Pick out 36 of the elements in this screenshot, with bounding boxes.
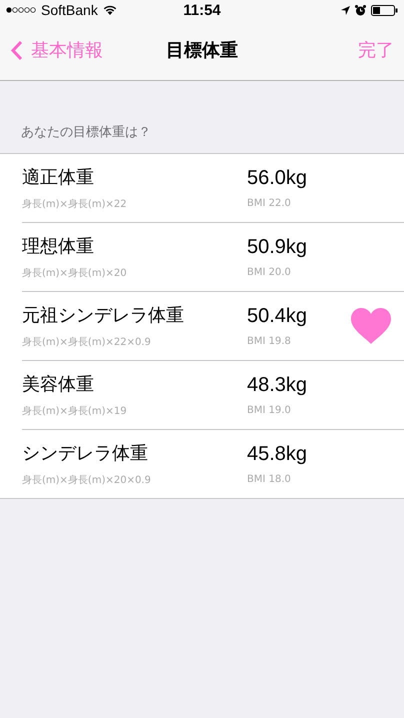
weight-value: 48.3kg: [247, 374, 308, 397]
nav-title: 目標体重: [165, 39, 239, 62]
carrier-name: SoftBank: [41, 2, 98, 18]
formula-text: 身長(m)×身長(m)×20: [22, 267, 128, 280]
weight-type-name: 理想体重: [22, 235, 95, 258]
bmi-value: BMI 20.0: [247, 267, 292, 278]
chevron-left-icon: [10, 40, 23, 60]
weight-row[interactable]: 元祖シンデレラ体重 身長(m)×身長(m)×22×0.9 50.4kg BMI 19.8: [22, 292, 404, 361]
weight-row[interactable]: 理想体重 身長(m)×身長(m)×20 50.9kg BMI 20.0: [22, 223, 404, 292]
alarm-icon: [355, 4, 366, 16]
battery-icon: [371, 4, 398, 16]
weight-row[interactable]: シンデレラ体重 身長(m)×身長(m)×20×0.9 45.8kg BMI 18.0: [22, 430, 404, 498]
weight-type-name: シンデレラ体重: [22, 442, 149, 465]
weight-value: 50.4kg: [247, 305, 308, 328]
weight-value: 56.0kg: [247, 167, 308, 190]
wifi-icon: [102, 5, 117, 15]
bmi-value: BMI 22.0: [247, 198, 292, 209]
bmi-value: BMI 19.8: [247, 336, 292, 347]
weight-type-name: 美容体重: [22, 373, 95, 396]
formula-text: 身長(m)×身長(m)×22: [22, 198, 128, 211]
heart-icon: [350, 308, 390, 344]
bmi-value: BMI 19.0: [247, 405, 292, 416]
weight-type-name: 元祖シンデレラ体重: [22, 304, 185, 327]
weight-value: 50.9kg: [247, 236, 308, 259]
weight-row[interactable]: 美容体重 身長(m)×身長(m)×19 48.3kg BMI 19.0: [22, 361, 404, 430]
signal-icon: [6, 7, 36, 13]
weight-row[interactable]: 適正体重 身長(m)×身長(m)×22 56.0kg BMI 22.0: [22, 154, 404, 223]
weight-type-name: 適正体重: [22, 166, 95, 189]
section-header: あなたの目標体重は？: [20, 124, 152, 142]
bmi-value: BMI 18.0: [247, 474, 292, 485]
formula-text: 身長(m)×身長(m)×22×0.9: [22, 336, 152, 349]
status-time: 11:54: [182, 2, 222, 18]
formula-text: 身長(m)×身長(m)×19: [22, 405, 128, 418]
formula-text: 身長(m)×身長(m)×20×0.9: [22, 474, 152, 487]
weight-value: 45.8kg: [247, 443, 308, 466]
location-icon: [341, 6, 350, 14]
